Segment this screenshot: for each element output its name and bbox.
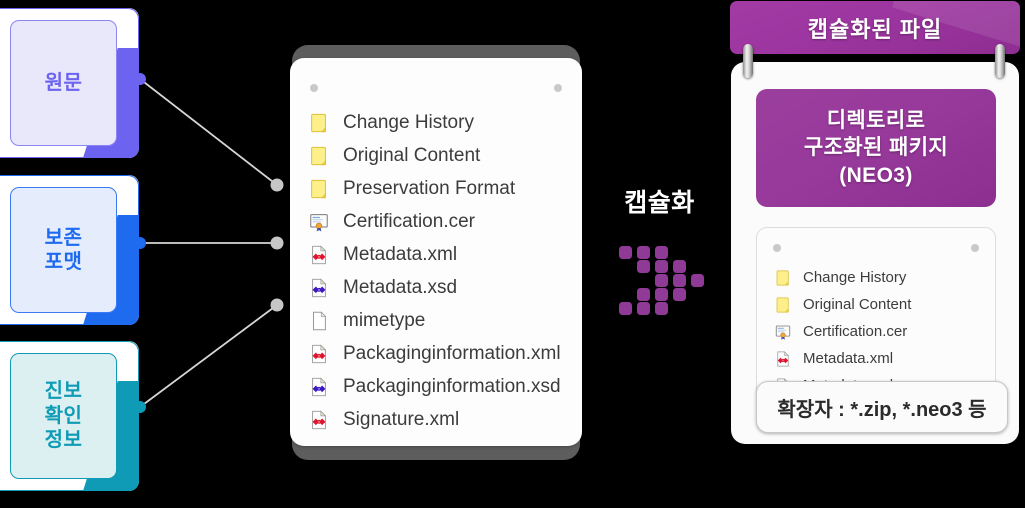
connector-end-dot-jinbo (270, 298, 284, 312)
panel-paper: Change History Original Content Preserva… (290, 58, 582, 446)
punch-hole-right (971, 244, 979, 252)
xml-file-icon (312, 344, 327, 363)
capsule-panel[interactable]: 캡슐화된 파일 디렉토리로 구조화된 패키지 (NEO3) Change Histo… (723, 0, 1025, 508)
file-list-item[interactable]: Original Content (308, 139, 572, 172)
punch-hole-left (773, 244, 781, 252)
source-box-label-wonmun: 원문 (10, 20, 117, 146)
file-list-item[interactable]: mimetype (308, 304, 572, 337)
xml-file-icon (312, 410, 327, 429)
xml-file-icon (312, 245, 327, 264)
file-name-label: Change History (803, 269, 907, 286)
file-list-item[interactable]: Packaginginformation.xsd (308, 370, 572, 403)
dotted-arrow-right-icon (619, 246, 704, 315)
folder-icon (776, 297, 789, 312)
file-list-item[interactable]: Certification.cer (308, 205, 572, 238)
xml-file-icon (777, 350, 789, 366)
file-list-item[interactable]: Packaginginformation.xml (308, 337, 572, 370)
source-box-bojon[interactable]: 보존 포맷 (0, 175, 139, 325)
capsule-banner-title: 캡슐화된 파일 (807, 16, 943, 42)
certificate-icon (775, 325, 791, 340)
folder-icon (311, 179, 326, 198)
file-list-item[interactable]: Preservation Format (308, 172, 572, 205)
punch-hole-right (554, 84, 562, 92)
file-name-label: Packaginginformation.xsd (343, 375, 561, 397)
xsd-file-icon (312, 278, 327, 297)
source-box-label-jinbo: 진보 확인 정보 (10, 353, 117, 479)
connector-line-jinbo (139, 304, 278, 408)
file-name-label: Metadata.xml (803, 350, 894, 367)
connector-end-dot-wonmun (270, 178, 284, 192)
certificate-icon (310, 213, 328, 231)
connector-end-dot-bojon (270, 236, 284, 250)
file-name-label: Change History (343, 111, 474, 133)
file-list-item[interactable]: Certification.cer (774, 318, 987, 345)
package-file-panel[interactable]: Change History Original Content Preserva… (290, 45, 582, 460)
file-list-item[interactable]: Metadata.xml (308, 238, 572, 271)
source-box-jinbo[interactable]: 진보 확인 정보 (0, 341, 139, 491)
process-encapsulation: 캡슐화 (592, 183, 727, 219)
file-list-item[interactable]: Metadata.xml (774, 345, 987, 372)
file-name-label: Original Content (803, 296, 912, 313)
capsule-card: 디렉토리로 구조화된 패키지 (NEO3) Change History Origi… (731, 62, 1019, 444)
file-name-label: Packaginginformation.xml (343, 342, 561, 364)
file-name-label: Preservation Format (343, 177, 516, 199)
file-name-label: Metadata.xml (343, 243, 458, 265)
process-label: 캡슐화 (624, 189, 695, 217)
capsule-banner: 캡슐화된 파일 (730, 1, 1020, 54)
file-name-label: Original Content (343, 144, 481, 166)
package-file-list: Change History Original Content Preserva… (308, 106, 572, 436)
extension-label: 확장자 : *.zip, *.neo3 등 (756, 381, 1008, 433)
capsule-file-panel[interactable]: Change History Original Content Certific… (756, 227, 996, 407)
folder-icon (311, 146, 326, 165)
file-list-item[interactable]: Signature.xml (308, 403, 572, 436)
file-name-label: Certification.cer (343, 210, 475, 232)
file-name-label: Metadata.xsd (343, 276, 458, 298)
binder-clip-left (743, 44, 753, 78)
capsule-file-list: Change History Original Content Certific… (774, 264, 987, 399)
file-name-label: mimetype (343, 309, 426, 331)
folder-icon (776, 270, 789, 285)
file-list-item[interactable]: Change History (308, 106, 572, 139)
capsule-package-title: 디렉토리로 구조화된 패키지 (NEO3) (756, 89, 996, 207)
xsd-file-icon (312, 377, 327, 396)
file-list-item[interactable]: Metadata.xsd (308, 271, 572, 304)
file-name-label: Certification.cer (803, 323, 908, 340)
folder-icon (311, 113, 326, 132)
binder-clip-right (995, 44, 1005, 78)
file-list-item[interactable]: Change History (774, 264, 987, 291)
source-box-wonmun[interactable]: 원문 (0, 8, 139, 158)
blank-file-icon (312, 310, 327, 330)
punch-hole-left (310, 84, 318, 92)
connector-line-wonmun (139, 78, 278, 186)
diagram-canvas: 원문 보존 포맷 진보 확인 정보 Change History Origina… (0, 0, 1025, 508)
source-box-label-bojon: 보존 포맷 (10, 187, 117, 313)
file-list-item[interactable]: Original Content (774, 291, 987, 318)
file-name-label: Signature.xml (343, 408, 460, 430)
